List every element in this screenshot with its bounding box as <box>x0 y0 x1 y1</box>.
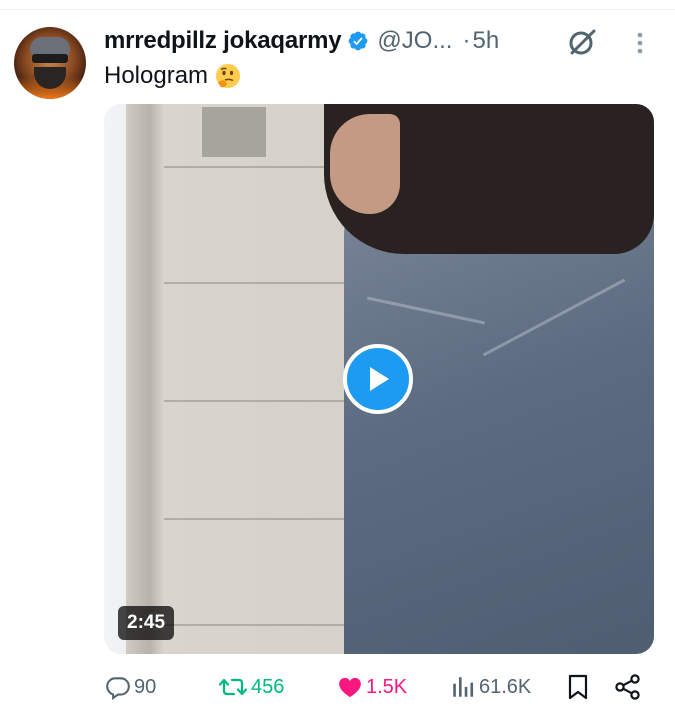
reply-button[interactable]: 90 <box>105 670 156 704</box>
tweet-actions: 90 456 1.5K 61.6K <box>0 670 675 704</box>
grok-icon[interactable] <box>567 27 597 57</box>
play-icon <box>370 367 389 391</box>
bookmark-button[interactable] <box>566 670 590 704</box>
reply-count: 90 <box>134 675 157 698</box>
tweet-text: Hologram <box>104 62 242 90</box>
share-button[interactable] <box>614 670 642 704</box>
play-button[interactable] <box>343 344 413 414</box>
post-time[interactable]: 5h <box>472 27 499 55</box>
views-count: 61.6K <box>479 675 532 698</box>
time-separator: · <box>462 27 471 54</box>
author-display-name[interactable]: mrredpillz jokaqarmy <box>104 27 342 55</box>
verified-badge-icon <box>349 31 368 51</box>
share-icon <box>615 674 640 700</box>
retweet-button[interactable]: 456 <box>218 670 284 704</box>
author-handle[interactable]: @JO... <box>377 27 452 55</box>
like-count: 1.5K <box>366 675 408 698</box>
bookmark-icon <box>568 674 588 700</box>
avatar-glasses <box>32 54 68 63</box>
views-button[interactable]: 61.6K <box>450 670 531 704</box>
thinking-face-emoji <box>216 64 241 88</box>
more-options-icon[interactable] <box>632 30 648 56</box>
top-divider <box>0 0 675 10</box>
views-icon <box>453 677 474 697</box>
retweet-icon <box>218 678 248 696</box>
like-button[interactable]: 1.5K <box>337 670 407 704</box>
avatar[interactable] <box>14 27 86 99</box>
heart-icon <box>339 677 361 698</box>
avatar-cap <box>30 37 70 55</box>
video-frame-face <box>330 114 400 214</box>
retweet-count: 456 <box>251 675 285 698</box>
video-frame-box <box>199 104 269 160</box>
video-duration-badge: 2:45 <box>118 606 175 640</box>
reply-icon <box>106 677 130 700</box>
tweet-body: Hologram <box>104 62 209 89</box>
tweet-header: mrredpillz jokaqarmy @JO... · 5h <box>104 26 499 56</box>
